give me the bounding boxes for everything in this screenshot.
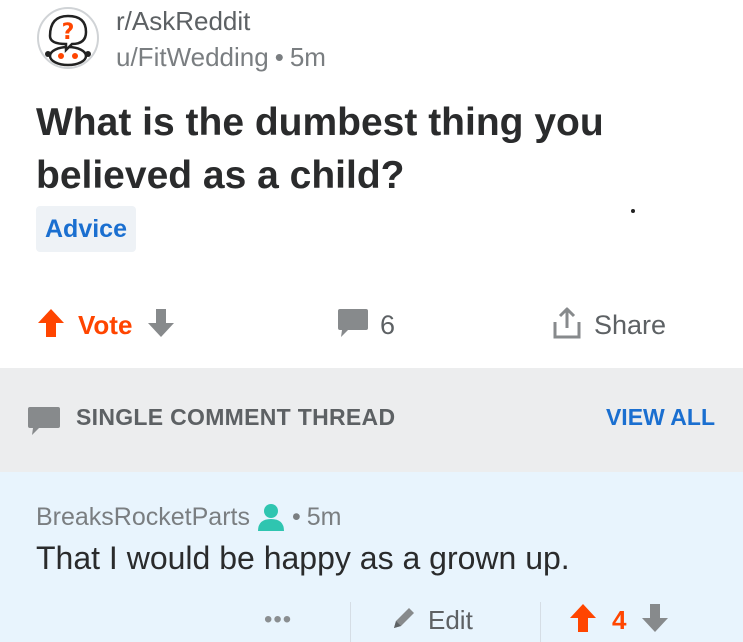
comment-age: 5m bbox=[306, 502, 342, 531]
comment-author[interactable]: BreaksRocketParts bbox=[36, 503, 250, 532]
user-person-icon bbox=[256, 502, 286, 532]
comment-count: 6 bbox=[380, 309, 396, 340]
downvote-arrow-icon[interactable] bbox=[640, 602, 670, 639]
comment-vote-control: 4 bbox=[568, 598, 670, 642]
comment-card: BreaksRocketParts • 5m That I would be h… bbox=[0, 472, 743, 642]
post-card: ? r/AskReddit u/FitWedding • 5m What is th… bbox=[0, 0, 743, 368]
vote-control: Vote bbox=[36, 300, 176, 350]
share-label: Share bbox=[594, 309, 667, 340]
comments-button[interactable]: 6 bbox=[336, 300, 395, 350]
post-title[interactable]: What is the dumbest thing you believed a… bbox=[36, 96, 716, 202]
svg-text:?: ? bbox=[62, 20, 75, 45]
askreddit-snoo-icon[interactable]: ? bbox=[36, 6, 100, 70]
divider bbox=[540, 602, 541, 642]
thread-label: SINGLE COMMENT THREAD bbox=[76, 404, 396, 430]
upvote-arrow-icon[interactable] bbox=[36, 307, 66, 344]
stray-dot bbox=[631, 209, 635, 213]
comment-bubble-icon bbox=[336, 308, 370, 343]
divider bbox=[350, 602, 351, 642]
pencil-icon bbox=[390, 604, 418, 637]
post-author[interactable]: u/FitWedding bbox=[116, 42, 269, 72]
post-age: 5m bbox=[289, 42, 326, 72]
edit-button[interactable]: Edit bbox=[390, 598, 473, 642]
post-action-bar: Vote 6 Share bbox=[0, 300, 743, 350]
comment-action-bar: ••• Edit 4 bbox=[0, 598, 743, 642]
comment-meta: BreaksRocketParts • 5m bbox=[36, 502, 341, 532]
comment-bubble-icon bbox=[26, 406, 62, 441]
thread-bar: SINGLE COMMENT THREAD VIEW ALL bbox=[0, 368, 743, 472]
share-button[interactable]: Share bbox=[552, 300, 666, 350]
comment-score: 4 bbox=[612, 604, 627, 635]
edit-label: Edit bbox=[428, 604, 473, 635]
more-options-button[interactable]: ••• bbox=[264, 598, 292, 642]
comment-body[interactable]: That I would be happy as a grown up. bbox=[36, 540, 570, 577]
upvote-arrow-icon[interactable] bbox=[568, 602, 598, 639]
flair-badge[interactable]: Advice bbox=[36, 206, 136, 252]
comment-meta-separator: • bbox=[291, 502, 301, 531]
share-icon bbox=[552, 306, 582, 345]
meta-separator: • bbox=[274, 42, 284, 72]
vote-label: Vote bbox=[78, 309, 133, 340]
subreddit-name[interactable]: r/AskReddit bbox=[116, 6, 250, 37]
post-meta: u/FitWedding • 5m bbox=[116, 42, 326, 73]
view-all-link[interactable]: VIEW ALL bbox=[606, 404, 715, 431]
downvote-arrow-icon[interactable] bbox=[146, 307, 176, 344]
